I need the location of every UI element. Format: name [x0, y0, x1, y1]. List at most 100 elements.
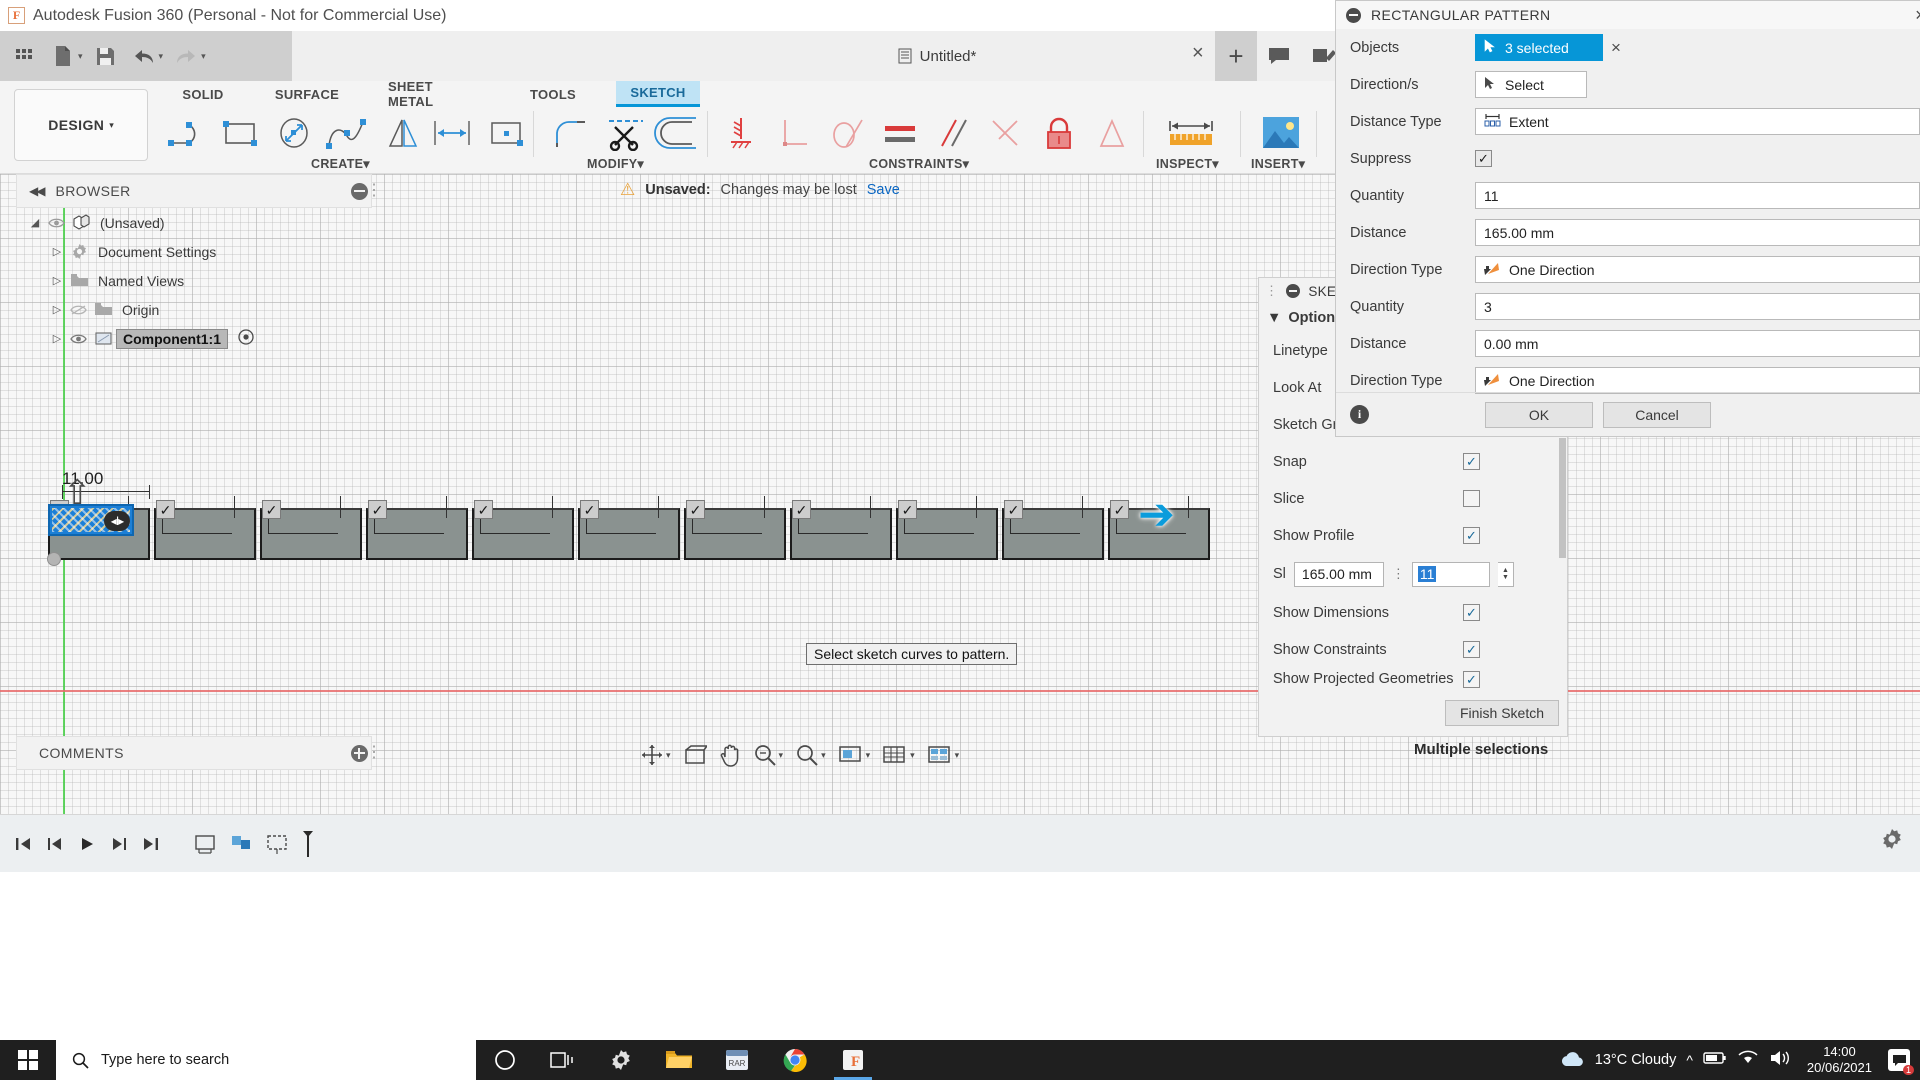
rectangle-icon[interactable]: [213, 109, 269, 157]
fix-constraint-icon[interactable]: [713, 109, 769, 157]
info-icon[interactable]: i: [1350, 405, 1369, 424]
pattern-distance-input[interactable]: 165.00 mm: [1293, 561, 1384, 587]
taskbar-clock[interactable]: 14:00 20/06/2021: [1801, 1044, 1878, 1077]
chevron-down-icon[interactable]: ▾: [779, 750, 784, 761]
battery-icon[interactable]: [1703, 1050, 1727, 1071]
objects-select-button[interactable]: 3 selected: [1475, 34, 1603, 61]
symmetry-constraint-icon[interactable]: [1084, 109, 1140, 157]
perpendicular-constraint-icon[interactable]: [766, 109, 822, 157]
ok-button[interactable]: OK: [1485, 401, 1593, 428]
group-modify[interactable]: MODIFY▾: [587, 156, 644, 171]
group-inspect[interactable]: INSPECT▾: [1156, 156, 1219, 171]
tangent-constraint-icon[interactable]: [819, 109, 875, 157]
tray-expand-icon[interactable]: ^: [1686, 1052, 1693, 1068]
close-icon[interactable]: ×: [1915, 5, 1920, 26]
pattern-constraint-checkbox[interactable]: ✓: [368, 500, 387, 519]
parallel-constraint-icon[interactable]: [925, 109, 981, 157]
timeline-settings-gear-icon[interactable]: [1880, 827, 1904, 856]
settings-icon[interactable]: [592, 1040, 650, 1080]
display-settings-icon[interactable]: ▾: [834, 740, 875, 770]
palette-row-show-constraints[interactable]: Show Constraints ✓: [1259, 631, 1567, 668]
grid-snap-icon[interactable]: ▾: [878, 740, 919, 770]
quantity-1-input[interactable]: 11: [1475, 182, 1920, 209]
tab-tools[interactable]: TOOLS: [522, 81, 584, 107]
pattern-constraint-checkbox[interactable]: ✓: [156, 500, 175, 519]
chevron-down-icon[interactable]: ▾: [821, 750, 826, 761]
coincident-constraint-icon[interactable]: [978, 109, 1034, 157]
timeline-prev-icon[interactable]: [40, 827, 70, 861]
drag-dots-icon[interactable]: ⋮: [1392, 566, 1405, 582]
fusion360-taskbar-icon[interactable]: F: [824, 1040, 882, 1080]
notification-center-icon[interactable]: 1: [1888, 1049, 1914, 1075]
pattern-direction-arrow-icon[interactable]: ➔: [1138, 493, 1188, 537]
save-link[interactable]: Save: [867, 182, 900, 198]
new-tab-button[interactable]: +: [1215, 31, 1257, 81]
timeline-marker[interactable]: [296, 827, 320, 861]
line-icon[interactable]: [160, 109, 216, 157]
new-file-icon[interactable]: [46, 39, 80, 73]
fit-view-icon[interactable]: ▾: [791, 740, 830, 770]
chevron-down-icon[interactable]: ▾: [666, 750, 671, 761]
file-explorer-icon[interactable]: [650, 1040, 708, 1080]
expand-arrow-icon[interactable]: ▷: [48, 274, 66, 287]
volume-icon[interactable]: [1769, 1049, 1791, 1072]
component-activate-icon[interactable]: [238, 329, 254, 348]
view-cube-icon[interactable]: [679, 740, 711, 770]
pattern-constraint-checkbox[interactable]: ✓: [898, 500, 917, 519]
quantity-2-input[interactable]: 3: [1475, 293, 1920, 320]
taskbar-search[interactable]: Type here to search: [56, 1040, 476, 1080]
rectangular-pattern-icon[interactable]: [425, 109, 481, 157]
close-tab-icon[interactable]: ×: [1192, 43, 1204, 63]
palette-minimize-icon[interactable]: [1286, 284, 1301, 298]
suppress-checkbox[interactable]: ✓: [1475, 150, 1492, 167]
chevron-down-icon[interactable]: ▾: [866, 750, 871, 761]
winrar-icon[interactable]: RAR: [708, 1040, 766, 1080]
redo-icon[interactable]: [169, 39, 203, 73]
pattern-handle-badge[interactable]: ◂I▸: [104, 511, 130, 531]
comments-icon[interactable]: [1257, 31, 1301, 81]
save-icon[interactable]: [89, 39, 123, 73]
tab-sheet-metal[interactable]: SHEET METAL: [378, 79, 492, 109]
show-projected-checkbox[interactable]: ✓: [1463, 670, 1480, 688]
lock-constraint-icon[interactable]: [1031, 109, 1087, 157]
tree-item-named-views[interactable]: ▷ Named Views: [16, 266, 372, 295]
circle-icon[interactable]: [266, 109, 322, 157]
chevron-down-icon[interactable]: ▾: [955, 750, 960, 761]
distance-2-input[interactable]: 0.00 mm: [1475, 330, 1920, 357]
tree-item-unsaved[interactable]: ◢ (Unsaved): [16, 208, 372, 237]
finish-sketch-button[interactable]: Finish Sketch: [1445, 700, 1559, 726]
measure-icon[interactable]: [1160, 109, 1222, 157]
distance-type-dropdown[interactable]: Extent: [1475, 108, 1920, 135]
expand-arrow-icon[interactable]: ▷: [48, 303, 66, 316]
tab-solid[interactable]: SOLID: [173, 81, 233, 107]
browser-resize-grip[interactable]: ⋮: [366, 180, 382, 200]
comments-resize-grip[interactable]: ⋮: [366, 742, 382, 762]
grid-apps-icon[interactable]: [8, 39, 42, 73]
undo-icon[interactable]: [127, 39, 161, 73]
timeline-next-icon[interactable]: [104, 827, 134, 861]
pattern-constraint-checkbox[interactable]: ✓: [1004, 500, 1023, 519]
document-tab[interactable]: Untitled*: [632, 31, 1242, 81]
orbit-icon[interactable]: ▾: [636, 740, 675, 770]
tree-item-component1[interactable]: ▷ Component1:1: [16, 324, 372, 353]
viewports-icon[interactable]: ▾: [923, 740, 964, 770]
group-create[interactable]: CREATE▾: [311, 156, 370, 171]
pattern-constraint-checkbox[interactable]: ✓: [686, 500, 705, 519]
redo-caret-icon[interactable]: ▾: [201, 51, 206, 62]
pattern-constraint-checkbox[interactable]: ✓: [262, 500, 281, 519]
chrome-icon[interactable]: [766, 1040, 824, 1080]
slice-checkbox[interactable]: [1463, 490, 1480, 507]
collapse-browser-icon[interactable]: ◀◀: [29, 184, 46, 198]
distance-1-input[interactable]: 165.00 mm: [1475, 219, 1920, 246]
snap-checkbox[interactable]: ✓: [1463, 453, 1480, 470]
workspace-switcher[interactable]: DESIGN ▾: [14, 89, 148, 161]
expand-arrow-icon[interactable]: ▷: [48, 245, 66, 258]
quantity-stepper[interactable]: ▲ ▼: [1497, 561, 1514, 587]
sketch-pattern-strip[interactable]: ✓✓✓✓✓✓✓✓✓✓✓◂I▸: [48, 496, 1238, 560]
equal-constraint-icon[interactable]: [872, 109, 928, 157]
offset-icon[interactable]: [650, 109, 706, 157]
palette-row-show-dimensions[interactable]: Show Dimensions ✓: [1259, 594, 1567, 631]
mirror-icon[interactable]: [375, 109, 431, 157]
pattern-constraint-checkbox[interactable]: ✓: [474, 500, 493, 519]
start-button[interactable]: [0, 1040, 56, 1080]
